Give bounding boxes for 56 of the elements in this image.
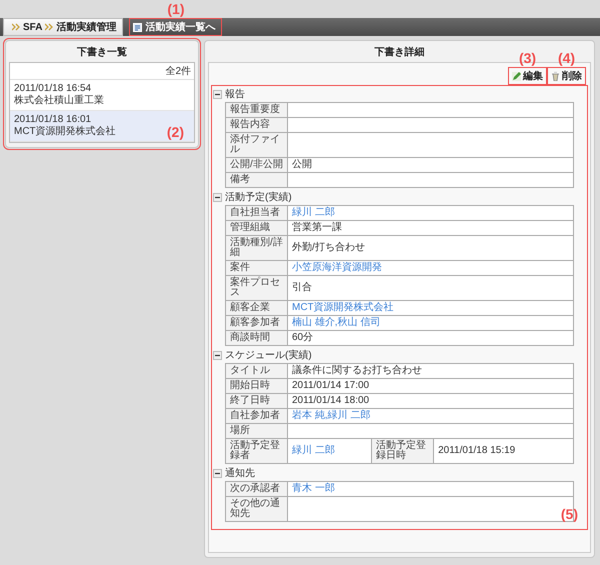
field-label: 案件プロセス bbox=[226, 276, 288, 300]
field-value: 2011/01/18 15:19 bbox=[434, 438, 574, 464]
field-value: 2011/01/14 18:00 bbox=[288, 394, 574, 408]
field-label: 場所 bbox=[226, 424, 288, 438]
field-label: 商談時間 bbox=[226, 330, 288, 346]
trash-icon bbox=[551, 72, 560, 80]
callout-number: (5) bbox=[560, 506, 578, 522]
field-value: 2011/01/14 17:00 bbox=[288, 378, 574, 394]
field-label: 終了日時 bbox=[226, 394, 288, 408]
section-title: スケジュール(実績) bbox=[225, 350, 312, 361]
panel-title: 下書き詳細 bbox=[374, 47, 424, 58]
field-label: 自社担当者 bbox=[226, 206, 288, 220]
field-label: 公開/非公開 bbox=[226, 158, 288, 172]
callout-number: (1) bbox=[167, 1, 185, 17]
field-value: 60分 bbox=[288, 330, 574, 346]
pencil-icon bbox=[512, 72, 521, 80]
value-link[interactable]: 緑川 二郎 bbox=[292, 207, 335, 218]
callout-number: (2) bbox=[166, 124, 184, 140]
field-label: タイトル bbox=[226, 364, 288, 378]
field-label: 顧客企業 bbox=[226, 300, 288, 316]
callout-number: (4) bbox=[558, 50, 576, 66]
list-icon bbox=[133, 22, 142, 32]
field-label: 活動種別/詳細 bbox=[226, 236, 288, 260]
field-value: 公開 bbox=[288, 158, 574, 172]
field-label: 添付ファイル bbox=[226, 132, 288, 158]
field-value: 営業第一課 bbox=[288, 220, 574, 236]
breadcrumb-item[interactable]: SFA bbox=[23, 22, 42, 32]
callout-number: (3) bbox=[518, 50, 536, 66]
field-value: 外勤/打ち合わせ bbox=[288, 236, 574, 260]
breadcrumb-item[interactable]: 活動実績管理 bbox=[56, 20, 116, 34]
field-label: 活動予定登録日時 bbox=[372, 438, 434, 464]
collapse-icon[interactable] bbox=[213, 469, 222, 478]
section-title: 報告 bbox=[225, 89, 245, 100]
panel-title: 下書き一覧 bbox=[77, 47, 127, 58]
collapse-icon[interactable] bbox=[213, 90, 222, 99]
field-label: 備考 bbox=[226, 172, 288, 188]
double-chevron-icon bbox=[45, 23, 54, 31]
field-label: 報告重要度 bbox=[226, 102, 288, 118]
field-label: 自社参加者 bbox=[226, 408, 288, 424]
section-title: 活動予定(実績) bbox=[225, 192, 292, 203]
collapse-icon[interactable] bbox=[213, 351, 222, 360]
field-value: 議条件に関するお打ち合わせ bbox=[288, 364, 574, 378]
value-link[interactable]: 青木 一郎 bbox=[292, 483, 335, 494]
field-value: 引合 bbox=[288, 276, 574, 300]
field-label: 案件 bbox=[226, 260, 288, 276]
field-label: 顧客参加者 bbox=[226, 316, 288, 330]
field-label: 次の承認者 bbox=[226, 482, 288, 496]
item-count: 全2件 bbox=[10, 63, 194, 80]
double-chevron-icon bbox=[12, 23, 20, 31]
collapse-icon[interactable] bbox=[213, 193, 222, 202]
field-label: 活動予定登録者 bbox=[226, 438, 288, 464]
field-label: 報告内容 bbox=[226, 118, 288, 132]
field-label: 開始日時 bbox=[226, 378, 288, 394]
field-label: 管理組織 bbox=[226, 220, 288, 236]
field-label: その他の通知先 bbox=[226, 496, 288, 522]
section-title: 通知先 bbox=[225, 468, 255, 479]
